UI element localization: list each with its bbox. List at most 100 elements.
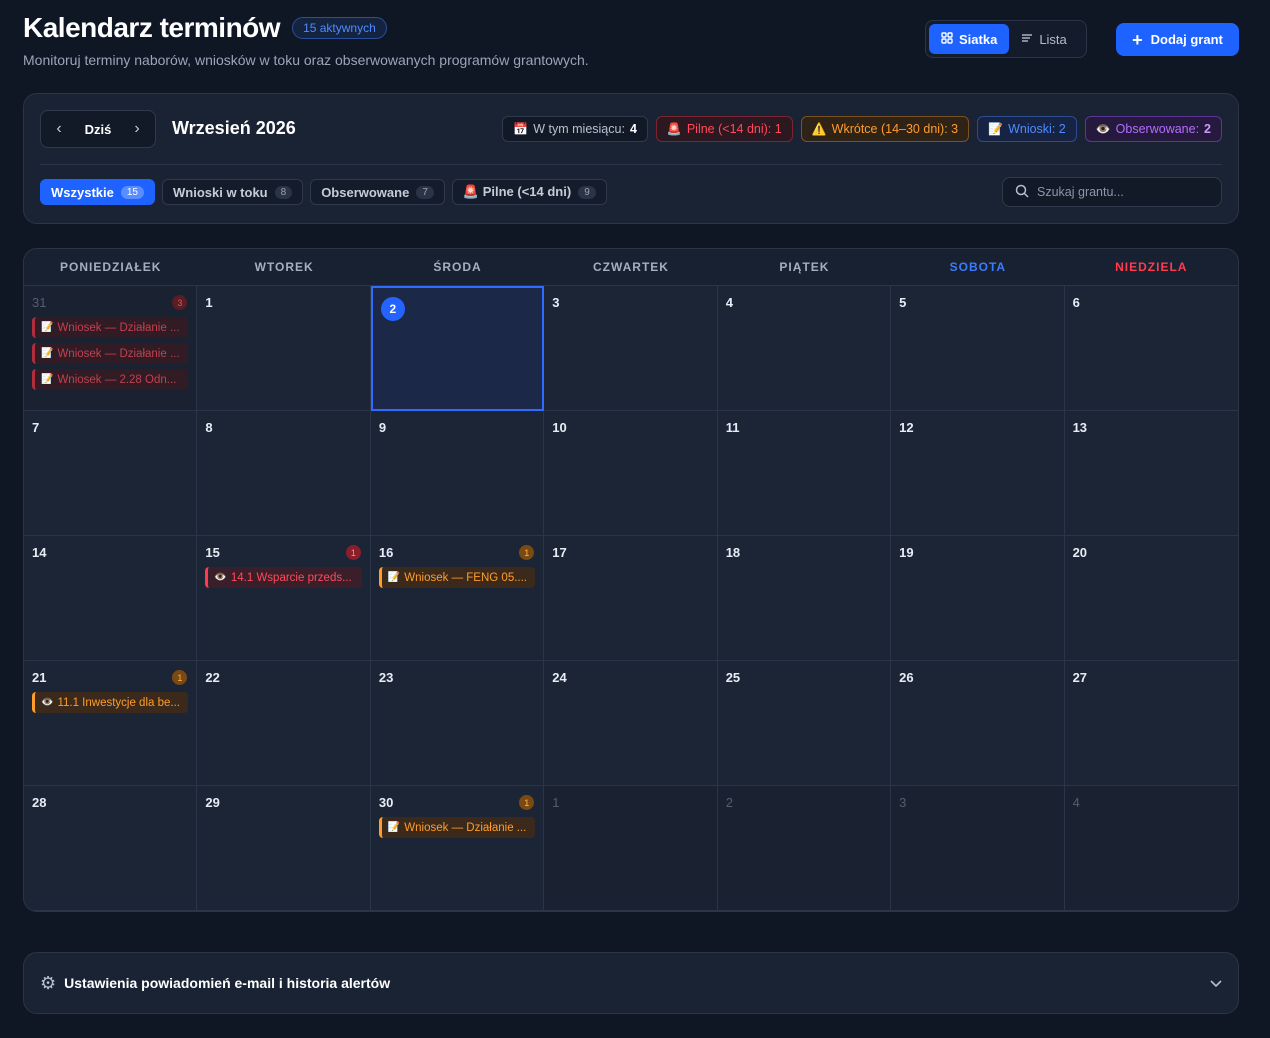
day-cell[interactable]: 9 bbox=[370, 411, 545, 536]
day-cell[interactable]: 10 bbox=[544, 411, 718, 536]
filter-label: 🚨 Pilne (<14 dni) bbox=[462, 184, 572, 199]
eye-icon: 👁️ bbox=[214, 572, 227, 583]
day-cell[interactable]: 3 bbox=[544, 286, 718, 411]
day-cell[interactable]: 26 bbox=[891, 661, 1065, 786]
filter-tabs: Wszystkie 15 Wnioski w toku 8 Obserwowan… bbox=[40, 179, 607, 205]
day-number: 27 bbox=[1072, 670, 1088, 685]
day-cell[interactable]: 8 bbox=[197, 411, 371, 536]
stat-value: 2 bbox=[1204, 122, 1211, 136]
day-number: 9 bbox=[378, 420, 387, 435]
event-count-badge: 1 bbox=[172, 670, 188, 685]
day-cell[interactable]: 31 3 📝 Wniosek — Działanie ... 📝 Wniosek — Dz… bbox=[24, 286, 198, 411]
today-button[interactable]: Dziś bbox=[85, 122, 112, 137]
day-cell[interactable]: 12 bbox=[891, 411, 1065, 536]
active-count-badge: 15 aktywnych bbox=[292, 17, 387, 39]
filter-urgent[interactable]: 🚨 Pilne (<14 dni) 9 bbox=[451, 179, 607, 205]
notification-settings-accordion[interactable]: ⚙ Ustawienia powiadomień e-mail i histor… bbox=[23, 952, 1239, 1014]
view-list-button[interactable]: Lista bbox=[1009, 24, 1078, 54]
day-cell[interactable]: 1 bbox=[544, 786, 718, 911]
eye-icon: 👁️ bbox=[1095, 122, 1111, 136]
calendar-event[interactable]: 📝 Wniosek — Działanie ... bbox=[32, 317, 189, 338]
event-count-badge: 3 bbox=[172, 295, 188, 310]
day-cell[interactable]: 15 1 👁️ 14.1 Wsparcie przeds... bbox=[197, 536, 371, 661]
list-icon bbox=[1021, 32, 1033, 47]
grid-icon bbox=[941, 31, 953, 47]
day-cell[interactable]: 4 bbox=[717, 286, 892, 411]
calendar-event[interactable]: 📝 Wniosek — FENG 05.... bbox=[378, 567, 536, 588]
page: Kalendarz terminów 15 aktywnych Monitoru… bbox=[0, 0, 1270, 1038]
memo-icon: 📝 bbox=[988, 122, 1004, 136]
stat-label: Pilne (<14 dni): 1 bbox=[686, 122, 782, 136]
stat-value: 4 bbox=[629, 122, 637, 136]
day-number: 20 bbox=[1072, 545, 1088, 560]
day-cell[interactable]: 11 bbox=[717, 411, 892, 536]
day-cell[interactable]: 23 bbox=[370, 661, 545, 786]
gear-icon: ⚙ bbox=[40, 972, 57, 993]
calendar-toolbar: ‹ Dziś › Wrzesień 2026 📅 W tym miesiącu:… bbox=[23, 93, 1239, 224]
day-cell[interactable]: 13 bbox=[1064, 411, 1238, 536]
event-list: 📝 Wniosek — Działanie ... 📝 Wniosek — Dział… bbox=[32, 317, 189, 390]
day-cell[interactable]: 30 1 📝 Wniosek — Działanie ... bbox=[370, 786, 545, 911]
filter-all[interactable]: Wszystkie 15 bbox=[40, 179, 155, 205]
day-cell[interactable]: 24 bbox=[544, 661, 718, 786]
day-number: 30 bbox=[378, 795, 394, 810]
search-icon bbox=[1015, 184, 1029, 201]
weekday-label: ŚRODA bbox=[433, 260, 482, 274]
chevron-down-icon[interactable] bbox=[1210, 975, 1222, 991]
weekday-label: NIEDZIELA bbox=[1115, 260, 1188, 274]
event-title: Wniosek — Działanie ... bbox=[57, 321, 180, 334]
day-number: 12 bbox=[899, 420, 914, 435]
search-input[interactable] bbox=[1037, 185, 1207, 199]
day-number: 2 bbox=[725, 795, 733, 810]
chevron-right-icon[interactable]: › bbox=[129, 120, 145, 138]
chevron-left-icon[interactable]: ‹ bbox=[51, 120, 67, 138]
filter-in-progress[interactable]: Wnioski w toku 8 bbox=[162, 179, 304, 205]
day-cell[interactable]: 14 bbox=[24, 536, 198, 661]
weekday-header: PONIEDZIAŁEK WTOREK ŚRODA CZWARTEK PIĄTEK SOB… bbox=[24, 249, 1238, 286]
add-grant-button[interactable]: + Dodaj grant bbox=[1116, 23, 1239, 56]
day-cell[interactable]: 4 bbox=[1064, 786, 1238, 911]
stats-bar: 📅 W tym miesiącu: 4 🚨 Pilne (<14 dni): 1… bbox=[502, 116, 1222, 142]
calendar-event[interactable]: 📝 Wniosek — 2.28 Odn... bbox=[32, 369, 189, 390]
day-cell[interactable]: 5 bbox=[891, 286, 1065, 411]
day-cell[interactable]: 20 bbox=[1064, 536, 1238, 661]
day-cell[interactable]: 25 bbox=[717, 661, 892, 786]
day-cell[interactable]: 1 bbox=[197, 286, 371, 411]
filter-count: 7 bbox=[416, 185, 434, 199]
day-cell[interactable]: 19 bbox=[891, 536, 1065, 661]
view-grid-label: Siatka bbox=[959, 31, 998, 47]
day-cell[interactable]: 21 1 👁️ 11.1 Inwestycje dla be... bbox=[24, 661, 198, 786]
day-cell[interactable]: 2 bbox=[717, 786, 892, 911]
day-cell-today[interactable]: 2 bbox=[370, 286, 545, 411]
day-cell[interactable]: 6 bbox=[1064, 286, 1238, 411]
calendar-event[interactable]: 👁️ 14.1 Wsparcie przeds... bbox=[205, 567, 362, 588]
day-number: 18 bbox=[725, 545, 741, 560]
memo-icon: 📝 bbox=[41, 322, 54, 333]
day-number: 4 bbox=[1072, 795, 1080, 810]
day-cell[interactable]: 29 bbox=[197, 786, 371, 911]
day-cell[interactable]: 22 bbox=[197, 661, 371, 786]
day-cell[interactable]: 18 bbox=[717, 536, 892, 661]
calendar-event[interactable]: 👁️ 11.1 Inwestycje dla be... bbox=[32, 692, 189, 713]
memo-icon: 📝 bbox=[387, 822, 401, 833]
event-title: 14.1 Wsparcie przeds... bbox=[230, 571, 352, 584]
day-number: 23 bbox=[378, 670, 394, 685]
calendar-event[interactable]: 📝 Wniosek — Działanie ... bbox=[378, 817, 536, 838]
calendar-event[interactable]: 📝 Wniosek — Działanie ... bbox=[32, 343, 189, 364]
view-grid-button[interactable]: Siatka bbox=[929, 24, 1010, 54]
day-cell[interactable]: 3 bbox=[891, 786, 1065, 911]
day-number: 17 bbox=[552, 545, 567, 560]
day-cell[interactable]: 17 bbox=[544, 536, 718, 661]
day-cell[interactable]: 16 1 📝 Wniosek — FENG 05.... bbox=[370, 536, 545, 661]
day-cell[interactable]: 28 bbox=[24, 786, 198, 911]
filter-label: Obserwowane bbox=[321, 184, 410, 200]
day-cell[interactable]: 7 bbox=[24, 411, 198, 536]
event-count-badge: 1 bbox=[519, 545, 535, 560]
calendar-icon: 📅 bbox=[513, 122, 529, 136]
day-cell[interactable]: 27 bbox=[1064, 661, 1238, 786]
memo-icon: 📝 bbox=[41, 374, 54, 385]
filter-watched[interactable]: Obserwowane 7 bbox=[310, 179, 445, 205]
event-title: Wniosek — Działanie ... bbox=[57, 347, 180, 360]
search-box bbox=[1002, 177, 1222, 207]
stat-label: Wkrótce (14–30 dni): 3 bbox=[831, 122, 959, 136]
